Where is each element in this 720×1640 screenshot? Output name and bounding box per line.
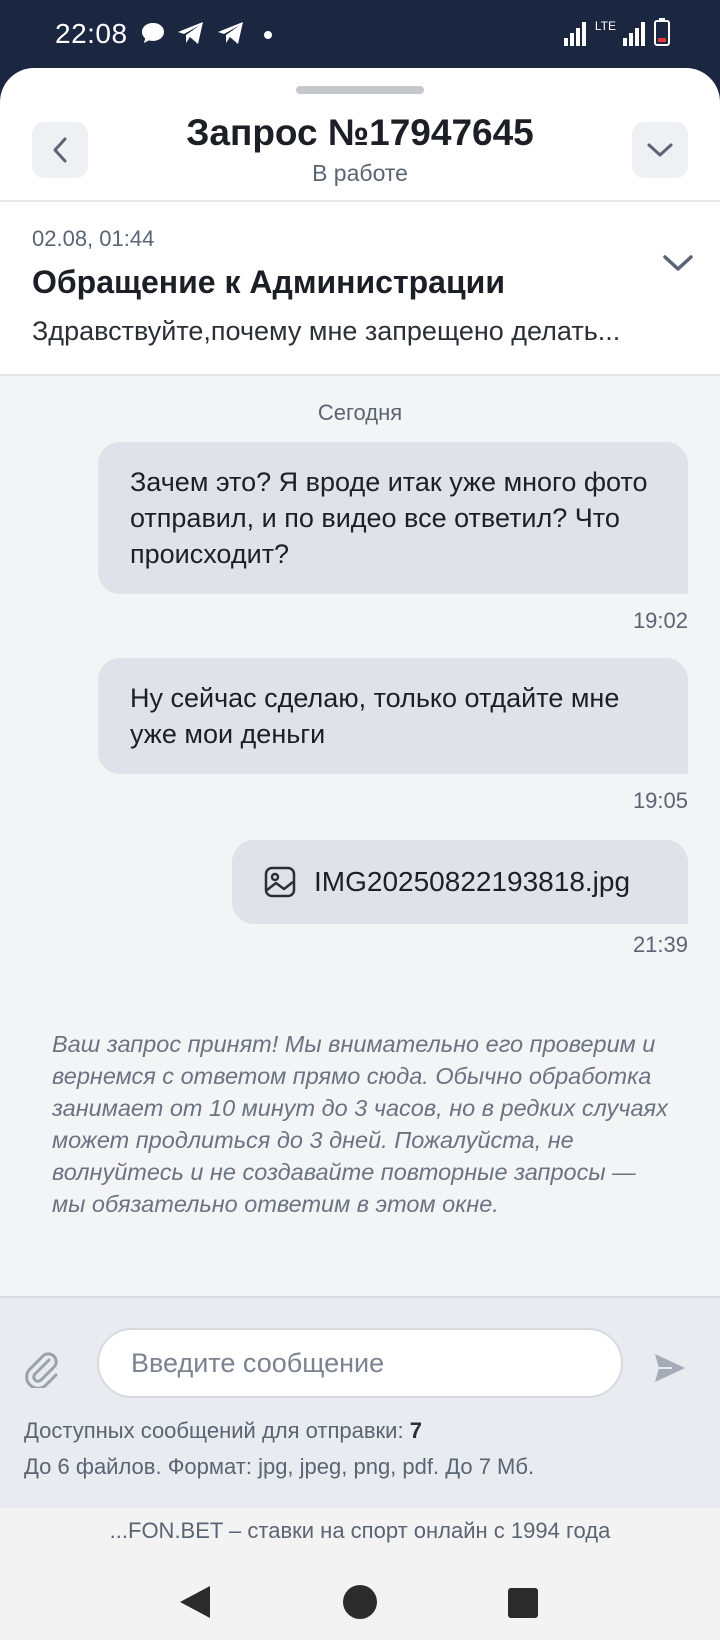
paperclip-icon[interactable] — [22, 1348, 62, 1388]
message-bubble[interactable]: Ну сейчас сделаю, только отдайте мне уже… — [98, 658, 688, 774]
request-date: 02.08, 01:44 — [32, 226, 155, 251]
message-input[interactable] — [97, 1328, 623, 1398]
system-info-message: Ваш запрос принят! Мы внимательно его пр… — [52, 1031, 668, 1217]
drag-handle[interactable] — [296, 86, 424, 94]
status-icons-right: LTE — [563, 18, 670, 46]
nav-back-icon[interactable] — [180, 1586, 210, 1618]
status-time: 22:08 — [55, 18, 128, 49]
nav-home-icon[interactable] — [343, 1585, 377, 1619]
telegram-icon — [218, 22, 243, 44]
footer-text: ...FON.BET – ставки на спорт онлайн с 19… — [109, 1518, 611, 1543]
image-file-icon — [264, 866, 296, 898]
collapse-button[interactable] — [632, 122, 688, 178]
chat-bubble-icon — [142, 23, 164, 43]
request-title: Обращение к Администрации — [32, 264, 505, 300]
available-count: 7 — [409, 1418, 422, 1443]
signal-icon — [563, 22, 586, 46]
nav-recents-icon[interactable] — [508, 1588, 538, 1618]
message-time: 19:05 — [632, 788, 688, 813]
file-attachment-bubble[interactable]: IMG20250822193818.jpg — [232, 840, 688, 924]
composer: Доступных сообщений для отправки: 7 До 6… — [0, 1296, 720, 1508]
send-icon[interactable] — [652, 1350, 688, 1386]
divider — [0, 200, 720, 202]
request-status: В работе — [312, 160, 408, 186]
telegram-icon — [178, 22, 203, 44]
message-text: Зачем это? Я вроде итак уже много фото о… — [130, 467, 648, 569]
browser-footer: ...FON.BET – ставки на спорт онлайн с 19… — [0, 1508, 720, 1640]
expand-request-icon[interactable] — [658, 244, 698, 284]
message-time: 19:02 — [632, 608, 688, 633]
available-messages: Доступных сообщений для отправки: 7 — [24, 1418, 422, 1444]
chevron-down-icon — [647, 143, 673, 157]
day-separator: Сегодня — [317, 400, 403, 425]
message-time: 21:39 — [632, 932, 688, 957]
upload-limits: До 6 файлов. Формат: jpg, jpeg, png, pdf… — [24, 1454, 535, 1479]
status-icons-left — [140, 20, 280, 46]
message-text: Ну сейчас сделаю, только отдайте мне уже… — [130, 683, 620, 749]
battery-icon — [654, 18, 670, 46]
status-bar: 22:08 LTE — [0, 0, 720, 70]
chat-area[interactable]: Сегодня Зачем это? Я вроде итак уже мног… — [0, 376, 720, 1296]
available-label: Доступных сообщений для отправки: — [24, 1418, 404, 1443]
page-title: Запрос №17947645 — [186, 112, 534, 153]
dot-icon — [264, 31, 272, 39]
system-nav-bar — [180, 1585, 538, 1619]
lte-label: LTE — [594, 19, 616, 33]
request-preview: Здравствуйте,почему мне запрещено делать… — [32, 316, 621, 346]
message-bubble[interactable]: Зачем это? Я вроде итак уже много фото о… — [98, 442, 688, 594]
file-name: IMG20250822193818.jpg — [314, 866, 631, 897]
request-sheet: Запрос №17947645 В работе 02.08, 01:44 О… — [0, 68, 720, 1508]
signal-icon — [623, 22, 645, 46]
